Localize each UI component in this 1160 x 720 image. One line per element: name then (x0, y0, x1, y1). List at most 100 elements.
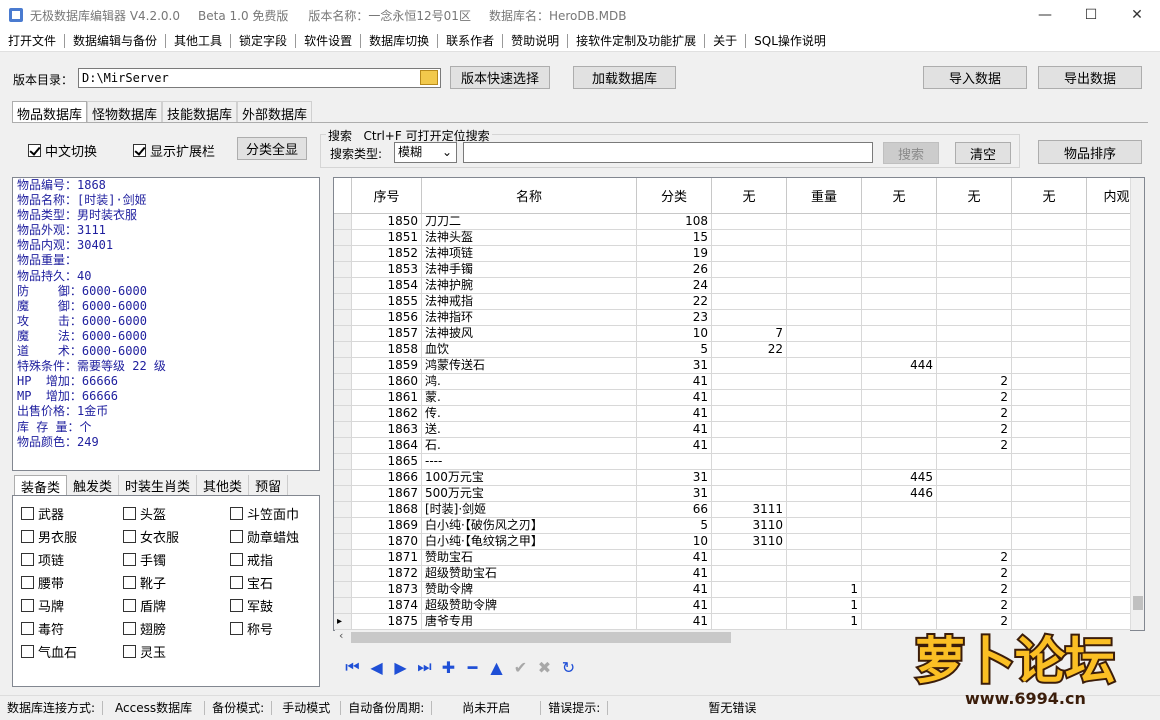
row-selector[interactable] (334, 454, 352, 470)
menu-about[interactable]: 关于 (705, 33, 747, 48)
table-cell[interactable] (862, 534, 937, 550)
table-row[interactable]: 1872超级赞助宝石4123 (334, 566, 1144, 582)
table-cell[interactable] (1012, 518, 1087, 534)
category-checkbox[interactable]: 男衣服 (21, 527, 77, 546)
table-cell[interactable] (787, 358, 862, 374)
table-cell[interactable] (712, 390, 787, 406)
column-header[interactable]: 分类 (637, 178, 712, 214)
table-cell[interactable] (1012, 598, 1087, 614)
table-cell[interactable] (1012, 358, 1087, 374)
quick-select-button[interactable]: 版本快速选择 (450, 66, 550, 89)
last-icon[interactable]: ⏭ (416, 657, 433, 677)
table-cell[interactable]: 法神戒指 (422, 294, 637, 310)
table-cell[interactable]: 100万元宝 (422, 470, 637, 486)
table-cell[interactable]: 22 (637, 294, 712, 310)
table-cell[interactable]: 2 (937, 390, 1012, 406)
table-cell[interactable] (1012, 390, 1087, 406)
table-row[interactable]: 1869白小纯·【破伤风之刃】531103 (334, 518, 1144, 534)
table-cell[interactable]: 1867 (352, 486, 422, 502)
table-cell[interactable]: 血饮 (422, 342, 637, 358)
menu-settings[interactable]: 软件设置 (296, 33, 362, 48)
row-selector[interactable] (334, 310, 352, 326)
table-cell[interactable] (862, 310, 937, 326)
table-cell[interactable]: 41 (637, 566, 712, 582)
category-checkbox[interactable]: 灵玉 (123, 642, 166, 661)
table-cell[interactable] (787, 310, 862, 326)
table-cell[interactable]: 1853 (352, 262, 422, 278)
table-cell[interactable] (1012, 566, 1087, 582)
table-cell[interactable]: 31 (637, 486, 712, 502)
table-row[interactable]: 1852法神项链193 (334, 246, 1144, 262)
menu-open-file[interactable]: 打开文件 (0, 33, 66, 48)
table-cell[interactable] (1012, 246, 1087, 262)
table-cell[interactable] (937, 454, 1012, 470)
table-cell[interactable] (1012, 582, 1087, 598)
table-cell[interactable]: 2 (937, 550, 1012, 566)
table-vscrollbar[interactable] (1130, 178, 1144, 630)
table-cell[interactable] (1012, 550, 1087, 566)
row-selector[interactable] (334, 534, 352, 550)
table-cell[interactable] (787, 406, 862, 422)
table-cell[interactable]: 1870 (352, 534, 422, 550)
close-button[interactable]: ✕ (1114, 0, 1160, 30)
table-cell[interactable]: 白小纯·【破伤风之刃】 (422, 518, 637, 534)
table-cell[interactable]: 赞助宝石 (422, 550, 637, 566)
table-cell[interactable] (1012, 230, 1087, 246)
table-cell[interactable]: 法神手镯 (422, 262, 637, 278)
column-header[interactable]: 无 (1012, 178, 1087, 214)
table-cell[interactable] (712, 422, 787, 438)
table-cell[interactable] (1012, 422, 1087, 438)
table-cell[interactable] (1012, 534, 1087, 550)
cat-tab-other[interactable]: 其他类 (197, 475, 250, 495)
table-cell[interactable]: 1863 (352, 422, 422, 438)
row-selector[interactable] (334, 358, 352, 374)
table-cell[interactable] (1012, 278, 1087, 294)
table-cell[interactable]: 1865 (352, 454, 422, 470)
table-cell[interactable]: 1 (787, 582, 862, 598)
table-cell[interactable]: 法神项链 (422, 246, 637, 262)
column-header[interactable]: 无 (937, 178, 1012, 214)
table-cell[interactable] (862, 230, 937, 246)
category-checkbox[interactable]: 毒符 (21, 619, 64, 638)
row-selector[interactable] (334, 374, 352, 390)
table-cell[interactable] (712, 262, 787, 278)
row-selector[interactable] (334, 326, 352, 342)
table-cell[interactable] (862, 246, 937, 262)
table-cell[interactable] (862, 214, 937, 230)
category-checkbox[interactable]: 戒指 (230, 550, 273, 569)
table-cell[interactable]: 1862 (352, 406, 422, 422)
category-checkbox[interactable]: 翅膀 (123, 619, 166, 638)
table-cell[interactable]: 法神指环 (422, 310, 637, 326)
table-cell[interactable] (787, 278, 862, 294)
row-selector[interactable] (334, 422, 352, 438)
table-cell[interactable] (937, 486, 1012, 502)
table-cell[interactable] (712, 486, 787, 502)
left-splitter-scrollbar[interactable] (322, 177, 330, 687)
table-cell[interactable] (1012, 374, 1087, 390)
column-header[interactable]: 重量 (787, 178, 862, 214)
table-cell[interactable]: 41 (637, 374, 712, 390)
table-cell[interactable] (712, 614, 787, 630)
dir-input[interactable]: D:\MirServer (78, 68, 441, 88)
cn-switch-checkbox[interactable]: 中文切换 (28, 141, 97, 160)
table-row[interactable]: 1871赞助宝石4123 (334, 550, 1144, 566)
table-cell[interactable] (862, 294, 937, 310)
table-cell[interactable] (937, 502, 1012, 518)
table-row[interactable]: 1863送.4123 (334, 422, 1144, 438)
show-ext-checkbox[interactable]: 显示扩展栏 (133, 141, 215, 160)
category-checkbox[interactable]: 盾牌 (123, 596, 166, 615)
table-cell[interactable] (937, 214, 1012, 230)
row-selector[interactable] (334, 502, 352, 518)
table-cell[interactable]: 石. (422, 438, 637, 454)
tab-external-db[interactable]: 外部数据库 (237, 101, 313, 123)
category-checkbox[interactable]: 腰带 (21, 573, 64, 592)
table-cell[interactable]: 1860 (352, 374, 422, 390)
table-cell[interactable] (712, 246, 787, 262)
table-cell[interactable] (937, 310, 1012, 326)
row-selector[interactable] (334, 470, 352, 486)
table-cell[interactable] (712, 278, 787, 294)
folder-icon[interactable] (420, 70, 438, 85)
table-cell[interactable] (937, 278, 1012, 294)
table-cell[interactable]: 1868 (352, 502, 422, 518)
table-cell[interactable] (937, 358, 1012, 374)
